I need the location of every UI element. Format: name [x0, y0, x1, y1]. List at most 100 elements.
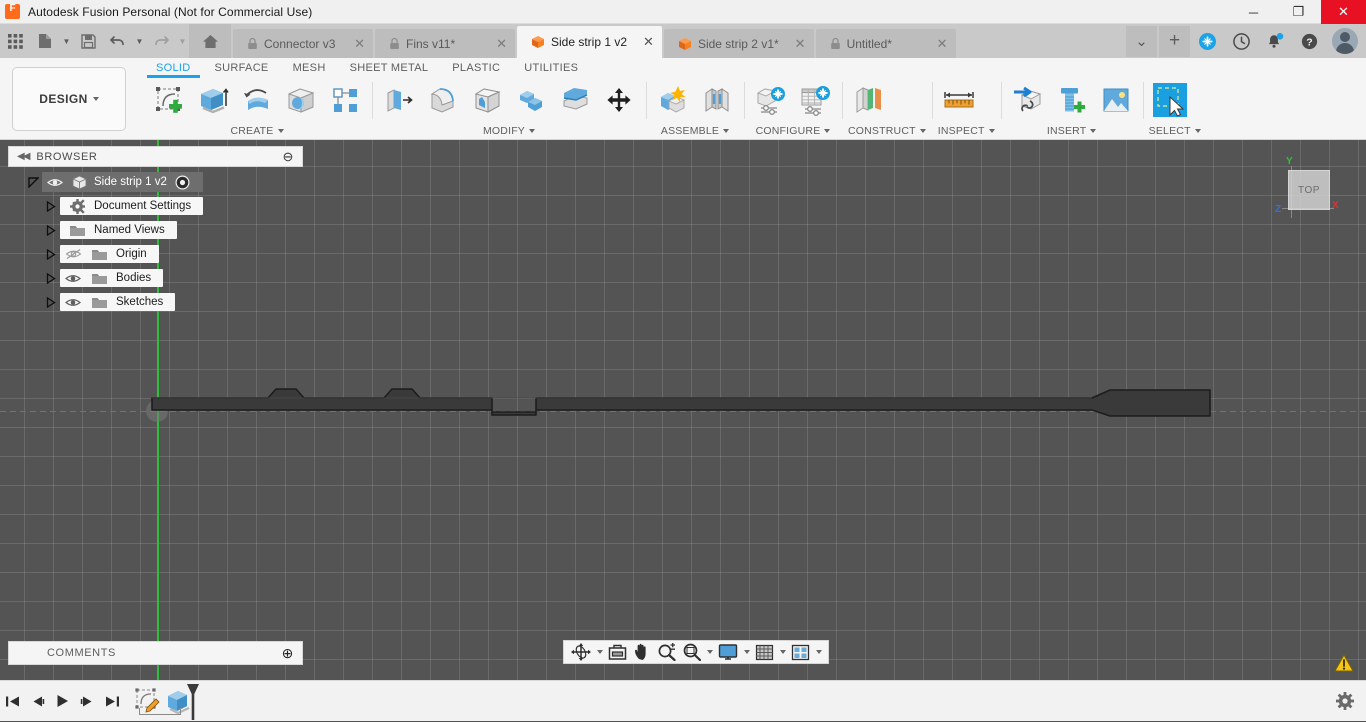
ribbon-group-label[interactable]: CONFIGURE — [750, 123, 836, 139]
ribbon-group-label[interactable]: MODIFY — [378, 123, 640, 139]
ribbon-group-label[interactable]: ASSEMBLE — [652, 123, 738, 139]
sweep-icon[interactable] — [280, 79, 322, 121]
insert-derive-icon[interactable] — [1007, 79, 1049, 121]
browser-minimize-icon[interactable]: ⊖ — [283, 149, 295, 165]
warning-triangle-icon[interactable] — [1334, 654, 1354, 672]
undo-icon[interactable] — [103, 24, 133, 58]
joint-icon[interactable] — [696, 79, 738, 121]
tree-row-root[interactable]: Side strip 1 v2 — [8, 170, 303, 194]
configuration-table-icon[interactable] — [794, 79, 836, 121]
tree-row-bodies[interactable]: Bodies — [8, 266, 303, 290]
fillet-icon[interactable] — [422, 79, 464, 121]
new-file-caret-icon[interactable]: ▼ — [60, 24, 73, 58]
document-tab-untitled[interactable]: Untitled* ✕ — [815, 29, 956, 58]
configure-design-icon[interactable] — [750, 79, 792, 121]
recent-clock-icon[interactable] — [1224, 24, 1258, 58]
combine-icon[interactable] — [510, 79, 552, 121]
step-forward-button[interactable] — [75, 681, 100, 722]
insert-image-icon[interactable] — [1095, 79, 1137, 121]
document-tab-connector[interactable]: Connector v3 ✕ — [233, 29, 373, 58]
offset-face-icon[interactable] — [554, 79, 596, 121]
add-comment-icon[interactable]: ⊕ — [282, 645, 294, 662]
app-grid-icon[interactable] — [0, 24, 30, 58]
activate-component-icon[interactable] — [171, 174, 195, 190]
document-tab-fins[interactable]: Fins v11* ✕ — [375, 29, 515, 58]
grid-snaps-icon[interactable] — [752, 641, 777, 663]
extension-add-icon[interactable] — [1190, 24, 1224, 58]
close-button[interactable]: ✕ — [1321, 0, 1366, 24]
ribbon-tab-mesh[interactable]: MESH — [281, 62, 338, 76]
ribbon-tab-surface[interactable]: SURFACE — [203, 62, 281, 76]
account-avatar[interactable] — [1332, 28, 1358, 54]
twist-icon[interactable] — [42, 290, 60, 314]
redo-caret-icon[interactable]: ▼ — [176, 24, 189, 58]
tree-row-document-settings[interactable]: Document Settings — [8, 194, 303, 218]
tab-close-icon[interactable]: ✕ — [927, 36, 948, 52]
insert-mcmaster-icon[interactable] — [1051, 79, 1093, 121]
save-icon[interactable] — [73, 24, 103, 58]
create-sketch-icon[interactable] — [148, 79, 190, 121]
tab-close-icon[interactable]: ✕ — [486, 36, 507, 52]
tree-item-sketches[interactable]: Sketches — [60, 293, 176, 311]
tree-row-sketches[interactable]: Sketches — [8, 290, 303, 314]
workspace-switcher[interactable]: DESIGN — [12, 67, 126, 131]
viewports-icon[interactable] — [788, 641, 813, 663]
tree-item-named-views[interactable]: Named Views — [60, 221, 177, 239]
pan-icon[interactable] — [630, 641, 654, 663]
tab-close-icon[interactable]: ✕ — [633, 34, 654, 50]
step-back-button[interactable] — [25, 681, 50, 722]
orbit-icon[interactable] — [568, 641, 594, 663]
zoom-icon[interactable] — [654, 641, 679, 663]
visibility-eye-icon[interactable] — [60, 273, 86, 284]
visibility-eye-off-icon[interactable] — [60, 248, 86, 260]
twist-icon[interactable] — [42, 242, 60, 266]
minimize-button[interactable]: ─ — [1231, 0, 1276, 24]
tab-overflow-button[interactable]: ⌄ — [1126, 25, 1157, 57]
tree-item-bodies[interactable]: Bodies — [60, 269, 164, 287]
tree-item-origin[interactable]: Origin — [60, 245, 159, 263]
display-settings-caret-icon[interactable] — [741, 650, 752, 654]
collapse-panel-icon[interactable]: ◀◀ — [17, 151, 30, 162]
tree-item-side-strip-1[interactable]: Side strip 1 v2 — [42, 172, 203, 192]
extrude-icon[interactable] — [192, 79, 234, 121]
play-button[interactable] — [50, 681, 75, 722]
tree-row-named-views[interactable]: Named Views — [8, 218, 303, 242]
visibility-eye-icon[interactable] — [60, 297, 86, 308]
view-cube[interactable]: TOP Y Z X — [1274, 156, 1340, 224]
ribbon-group-label[interactable]: CREATE — [148, 123, 366, 139]
view-cube-face-top[interactable]: TOP — [1288, 170, 1330, 210]
ribbon-group-label[interactable]: INSPECT — [938, 123, 995, 139]
redo-icon[interactable] — [146, 24, 176, 58]
browser-header[interactable]: ◀◀ BROWSER ⊖ — [8, 146, 303, 167]
undo-caret-icon[interactable]: ▼ — [133, 24, 146, 58]
ribbon-group-label[interactable]: SELECT — [1149, 123, 1201, 139]
shell-icon[interactable] — [466, 79, 508, 121]
document-tab-side-strip-1[interactable]: Side strip 1 v2 ✕ — [517, 26, 662, 58]
measure-icon[interactable] — [938, 79, 980, 121]
new-tab-button[interactable]: + — [1159, 25, 1190, 57]
grid-snaps-caret-icon[interactable] — [777, 650, 788, 654]
twist-icon[interactable] — [42, 218, 60, 242]
go-to-beginning-button[interactable] — [0, 681, 25, 722]
select-window-icon[interactable] — [1149, 79, 1191, 121]
twist-icon[interactable] — [42, 194, 60, 218]
new-file-icon[interactable] — [30, 24, 60, 58]
visibility-eye-icon[interactable] — [42, 177, 68, 188]
orbit-caret-icon[interactable] — [594, 650, 605, 654]
ribbon-tab-sheet-metal[interactable]: SHEET METAL — [338, 62, 441, 76]
move-copy-icon[interactable] — [598, 79, 640, 121]
zoom-window-icon[interactable] — [679, 641, 704, 663]
press-pull-icon[interactable] — [378, 79, 420, 121]
home-button[interactable] — [189, 24, 231, 58]
offset-plane-icon[interactable] — [848, 79, 890, 121]
twist-icon[interactable] — [42, 266, 60, 290]
timeline-sketch-feature[interactable] — [133, 681, 163, 722]
look-at-icon[interactable] — [605, 641, 630, 663]
ribbon-group-label[interactable]: CONSTRUCT — [848, 123, 926, 139]
twist-icon[interactable] — [24, 170, 42, 194]
maximize-button[interactable]: ❐ — [1276, 0, 1321, 24]
revolve-icon[interactable] — [236, 79, 278, 121]
display-settings-icon[interactable] — [715, 641, 741, 663]
tree-item-document-settings[interactable]: Document Settings — [60, 197, 204, 215]
notifications-bell-icon[interactable] — [1258, 24, 1292, 58]
